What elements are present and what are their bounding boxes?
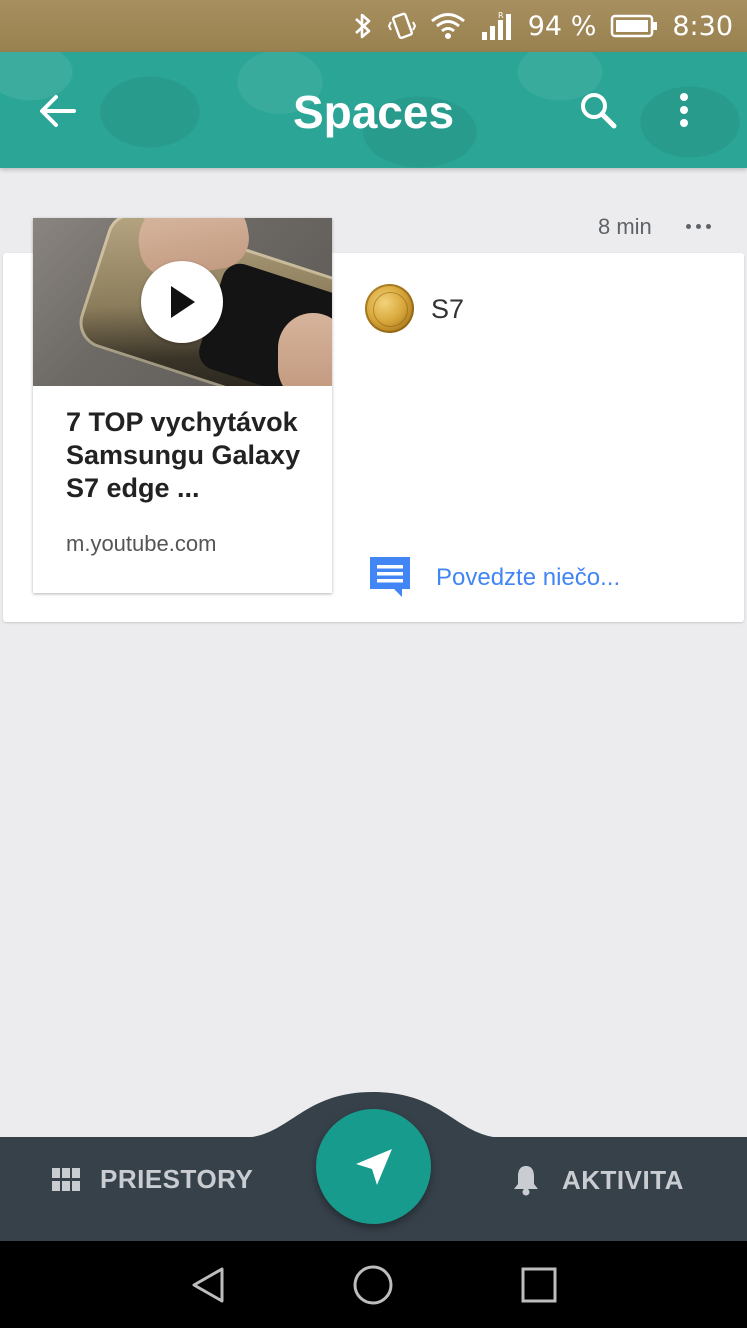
page-title: Spaces: [292, 86, 455, 138]
recents-square-icon: [521, 1267, 557, 1302]
share-fab[interactable]: [316, 1109, 431, 1224]
system-recents-button[interactable]: [499, 1241, 579, 1328]
link-preview-card[interactable]: 7 TOP vychytávok Samsungu Galaxy S7 edge…: [33, 218, 332, 593]
battery-percent: 94 %: [527, 10, 597, 42]
grid-icon: [52, 1167, 80, 1191]
signal-icon: R: [481, 11, 511, 40]
space-name[interactable]: S7: [431, 294, 464, 325]
system-back-button[interactable]: [168, 1241, 248, 1328]
home-circle-icon: [353, 1265, 393, 1304]
app-bar: Spaces: [0, 52, 747, 168]
link-domain: m.youtube.com: [66, 531, 217, 556]
more-vert-icon: [680, 93, 688, 127]
bluetooth-icon: [354, 13, 371, 39]
more-horiz-icon-dot: [695, 223, 701, 229]
thumbnail-thumb: [278, 313, 332, 386]
activity-tab-label: AKTIVITA: [562, 1164, 684, 1195]
play-icon: [171, 286, 195, 318]
system-home-button[interactable]: [333, 1241, 413, 1328]
coin-image: [373, 292, 408, 327]
search-button[interactable]: [570, 82, 626, 138]
more-horiz-icon-dot: [705, 223, 711, 229]
comment-icon[interactable]: [368, 555, 412, 599]
post-more-button[interactable]: [680, 212, 716, 240]
play-button[interactable]: [141, 261, 223, 343]
comment-input[interactable]: Povedzte niečo...: [436, 564, 620, 592]
space-avatar[interactable]: [365, 284, 414, 333]
more-horiz-icon-dot: [685, 223, 691, 229]
status-bar: R 94 % 8:30: [0, 0, 747, 52]
svg-text:R: R: [498, 11, 504, 20]
back-triangle-icon: [192, 1267, 224, 1302]
spaces-tab-label: PRIESTORY: [100, 1164, 254, 1194]
vibrate-icon: [387, 12, 416, 40]
system-navigation-bar: [0, 1241, 747, 1328]
video-thumbnail[interactable]: [33, 218, 332, 386]
bell-icon: [514, 1166, 538, 1196]
link-title[interactable]: 7 TOP vychytávok Samsungu Galaxy S7 edge…: [66, 406, 311, 505]
send-icon: [355, 1148, 392, 1185]
battery-icon: [611, 14, 658, 38]
wifi-icon: [430, 13, 465, 39]
search-icon: [581, 93, 617, 129]
activity-tab[interactable]: AKTIVITA: [512, 1164, 684, 1196]
post-timestamp: 8 min: [598, 214, 652, 239]
more-options-button[interactable]: [664, 82, 704, 138]
clock: 8:30: [672, 10, 733, 42]
spaces-tab[interactable]: PRIESTORY: [52, 1164, 253, 1195]
